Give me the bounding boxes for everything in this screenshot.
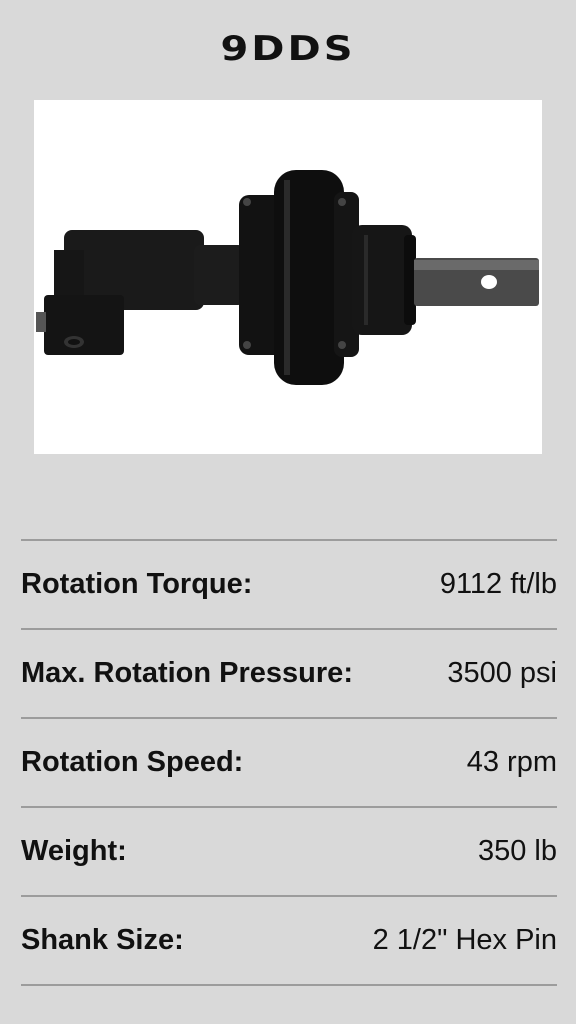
spec-label: Rotation Torque: (21, 568, 253, 600)
divider (21, 984, 557, 986)
spec-label: Rotation Speed: (21, 746, 244, 778)
product-title: 9DDS (220, 29, 356, 69)
spec-label: Shank Size: (21, 924, 184, 956)
spec-label: Max. Rotation Pressure: (21, 657, 353, 689)
spec-row-rotation-torque: Rotation Torque: 9112 ft/lb (21, 541, 557, 628)
product-image (34, 100, 542, 454)
spec-value: 43 rpm (466, 746, 557, 778)
spec-value: 350 lb (477, 835, 557, 867)
spec-row-weight: Weight: 350 lb (21, 808, 557, 895)
spec-value: 2 1/2" Hex Pin (372, 924, 557, 956)
drive-unit-icon (36, 170, 539, 385)
spec-label: Weight: (21, 835, 127, 867)
spec-row-max-rotation-pressure: Max. Rotation Pressure: 3500 psi (21, 630, 557, 717)
spec-row-rotation-speed: Rotation Speed: 43 rpm (21, 719, 557, 806)
spec-value: 3500 psi (447, 657, 557, 689)
spec-value: 9112 ft/lb (439, 568, 557, 600)
spec-row-shank-size: Shank Size: 2 1/2" Hex Pin (21, 897, 557, 984)
spec-table: Rotation Torque: 9112 ft/lb Max. Rotatio… (21, 539, 557, 986)
